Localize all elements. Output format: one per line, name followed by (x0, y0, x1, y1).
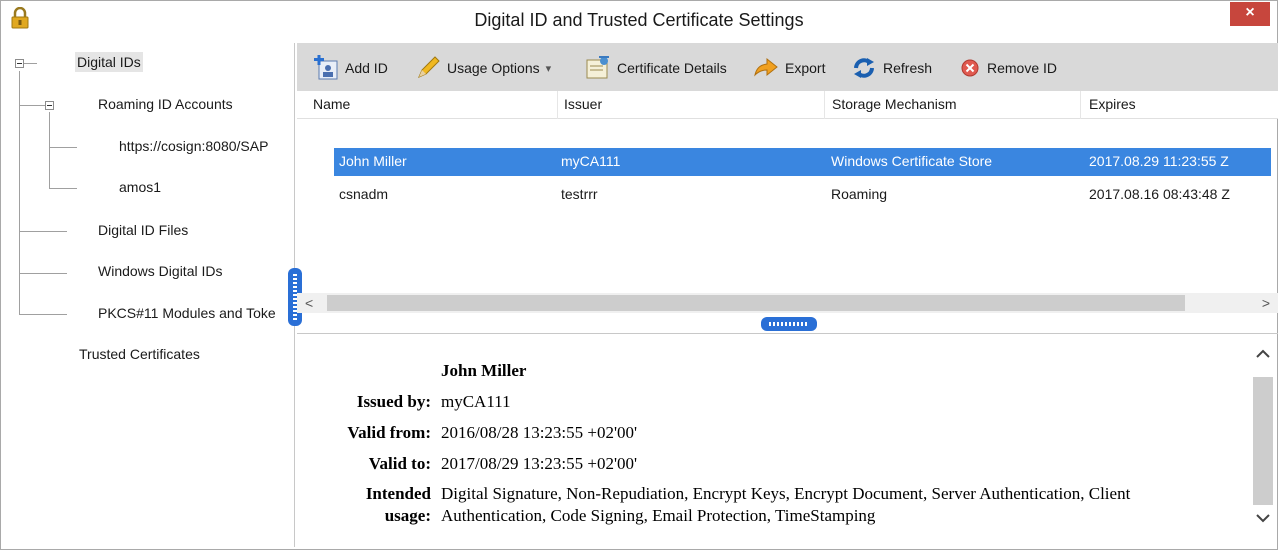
remove-id-label: Remove ID (987, 60, 1058, 76)
refresh-icon (854, 58, 874, 78)
add-id-label: Add ID (345, 60, 388, 76)
export-button[interactable]: Export (753, 53, 825, 83)
tree-item-windows-digital-ids[interactable]: Windows Digital IDs (98, 263, 222, 279)
intended-usage-value-1: Digital Signature, Non-Repudiation, Encr… (441, 484, 1131, 503)
table-row[interactable]: John Miller myCA111 Windows Certificate … (334, 148, 1271, 176)
scroll-right-icon[interactable]: > (1262, 293, 1270, 313)
dialog-window: Digital ID and Trusted Certificate Setti… (0, 0, 1278, 550)
refresh-label: Refresh (883, 60, 933, 76)
horizontal-scrollbar[interactable]: < > (297, 293, 1278, 313)
toolbar: Add ID Usage Options ▾ Certificate Detai… (297, 43, 1278, 91)
tree-line (19, 273, 67, 274)
certificate-details-button[interactable]: Certificate Details (585, 53, 727, 83)
cell-name: csnadm (339, 186, 389, 202)
tree-item-digital-id-files[interactable]: Digital ID Files (98, 222, 188, 238)
tree-line (19, 105, 45, 106)
tree-item-roaming-id-accounts[interactable]: Roaming ID Accounts (98, 96, 233, 112)
refresh-button[interactable]: Refresh (851, 53, 932, 83)
details-name: John Miller (441, 361, 527, 380)
column-divider[interactable] (824, 91, 825, 119)
cell-issuer: testrrr (561, 186, 598, 202)
close-button[interactable]: × (1230, 2, 1270, 26)
remove-icon (961, 59, 979, 77)
id-table-header: Name Issuer Storage Mechanism Expires (297, 91, 1278, 119)
settings-tree: Digital IDs Roaming ID Accounts https://… (9, 43, 295, 547)
column-header-issuer[interactable]: Issuer (564, 96, 602, 112)
cell-storage: Windows Certificate Store (831, 153, 993, 169)
tree-item-pkcs11[interactable]: PKCS#11 Modules and Toke (98, 305, 288, 321)
horizontal-scroll-thumb[interactable] (327, 295, 1185, 311)
remove-id-button[interactable]: Remove ID (959, 53, 1057, 83)
certificate-details-label: Certificate Details (617, 60, 727, 76)
vertical-scroll-thumb[interactable] (1253, 377, 1273, 505)
valid-from-value: 2016/08/28 13:23:55 +02'00' (441, 423, 638, 442)
tree-line (19, 314, 67, 315)
scroll-down-icon[interactable] (1255, 511, 1271, 525)
column-divider[interactable] (557, 91, 558, 119)
cell-name: John Miller (339, 153, 407, 169)
tree-item-amos1[interactable]: amos1 (119, 179, 161, 195)
tree-line (49, 188, 77, 189)
export-label: Export (785, 60, 826, 76)
tree-line (49, 112, 50, 188)
add-id-button[interactable]: Add ID (313, 53, 388, 83)
column-header-name[interactable]: Name (313, 96, 350, 112)
issued-by-label: Issued by: (356, 392, 431, 411)
window-title: Digital ID and Trusted Certificate Setti… (474, 10, 804, 30)
tree-item-digital-ids[interactable]: Digital IDs (75, 52, 143, 72)
cell-expires: 2017.08.29 11:23:55 Z (1089, 153, 1229, 169)
tree-item-cosign-url[interactable]: https://cosign:8080/SAP (119, 138, 289, 154)
certificate-details-pane: John Miller Issued by: myCA111 Valid fro… (297, 333, 1278, 547)
collapse-digital-ids-icon[interactable] (15, 59, 24, 68)
intended-usage-value-2: Authentication, Code Signing, Email Prot… (441, 506, 876, 525)
details-vertical-scrollbar[interactable] (1251, 341, 1275, 541)
valid-to-label: Valid to: (368, 454, 431, 473)
column-header-expires[interactable]: Expires (1089, 96, 1136, 112)
add-id-icon (314, 55, 338, 80)
intended-usage-label-1: Intended (365, 484, 431, 503)
horizontal-splitter-handle[interactable] (761, 317, 817, 331)
scroll-left-icon[interactable]: < (305, 293, 313, 313)
scroll-up-icon[interactable] (1255, 347, 1271, 361)
pencil-icon (418, 56, 440, 78)
column-header-storage[interactable]: Storage Mechanism (832, 96, 957, 112)
intended-usage-label-2: usage: (384, 506, 431, 525)
export-arrow-icon (754, 57, 778, 77)
grip-icon (769, 322, 809, 326)
issued-by-value: myCA111 (441, 392, 511, 411)
valid-to-value: 2017/08/29 13:23:55 +02'00' (441, 454, 638, 473)
tree-line (19, 231, 67, 232)
usage-options-label: Usage Options (447, 60, 540, 76)
collapse-roaming-icon[interactable] (45, 101, 54, 110)
chevron-down-icon: ▾ (545, 62, 552, 75)
table-row[interactable]: csnadm testrrr Roaming 2017.08.16 08:43:… (334, 181, 1271, 209)
tree-line (49, 147, 77, 148)
title-bar: Digital ID and Trusted Certificate Setti… (1, 1, 1277, 39)
cell-issuer: myCA111 (561, 153, 621, 169)
valid-from-label: Valid from: (347, 423, 431, 442)
cell-storage: Roaming (831, 186, 888, 202)
tree-item-trusted-certificates[interactable]: Trusted Certificates (79, 346, 200, 362)
certificate-icon (586, 56, 609, 79)
tree-line (19, 71, 20, 314)
usage-options-button[interactable]: Usage Options ▾ (415, 53, 551, 83)
column-divider[interactable] (1080, 91, 1081, 119)
cell-expires: 2017.08.16 08:43:48 Z (1089, 186, 1230, 202)
